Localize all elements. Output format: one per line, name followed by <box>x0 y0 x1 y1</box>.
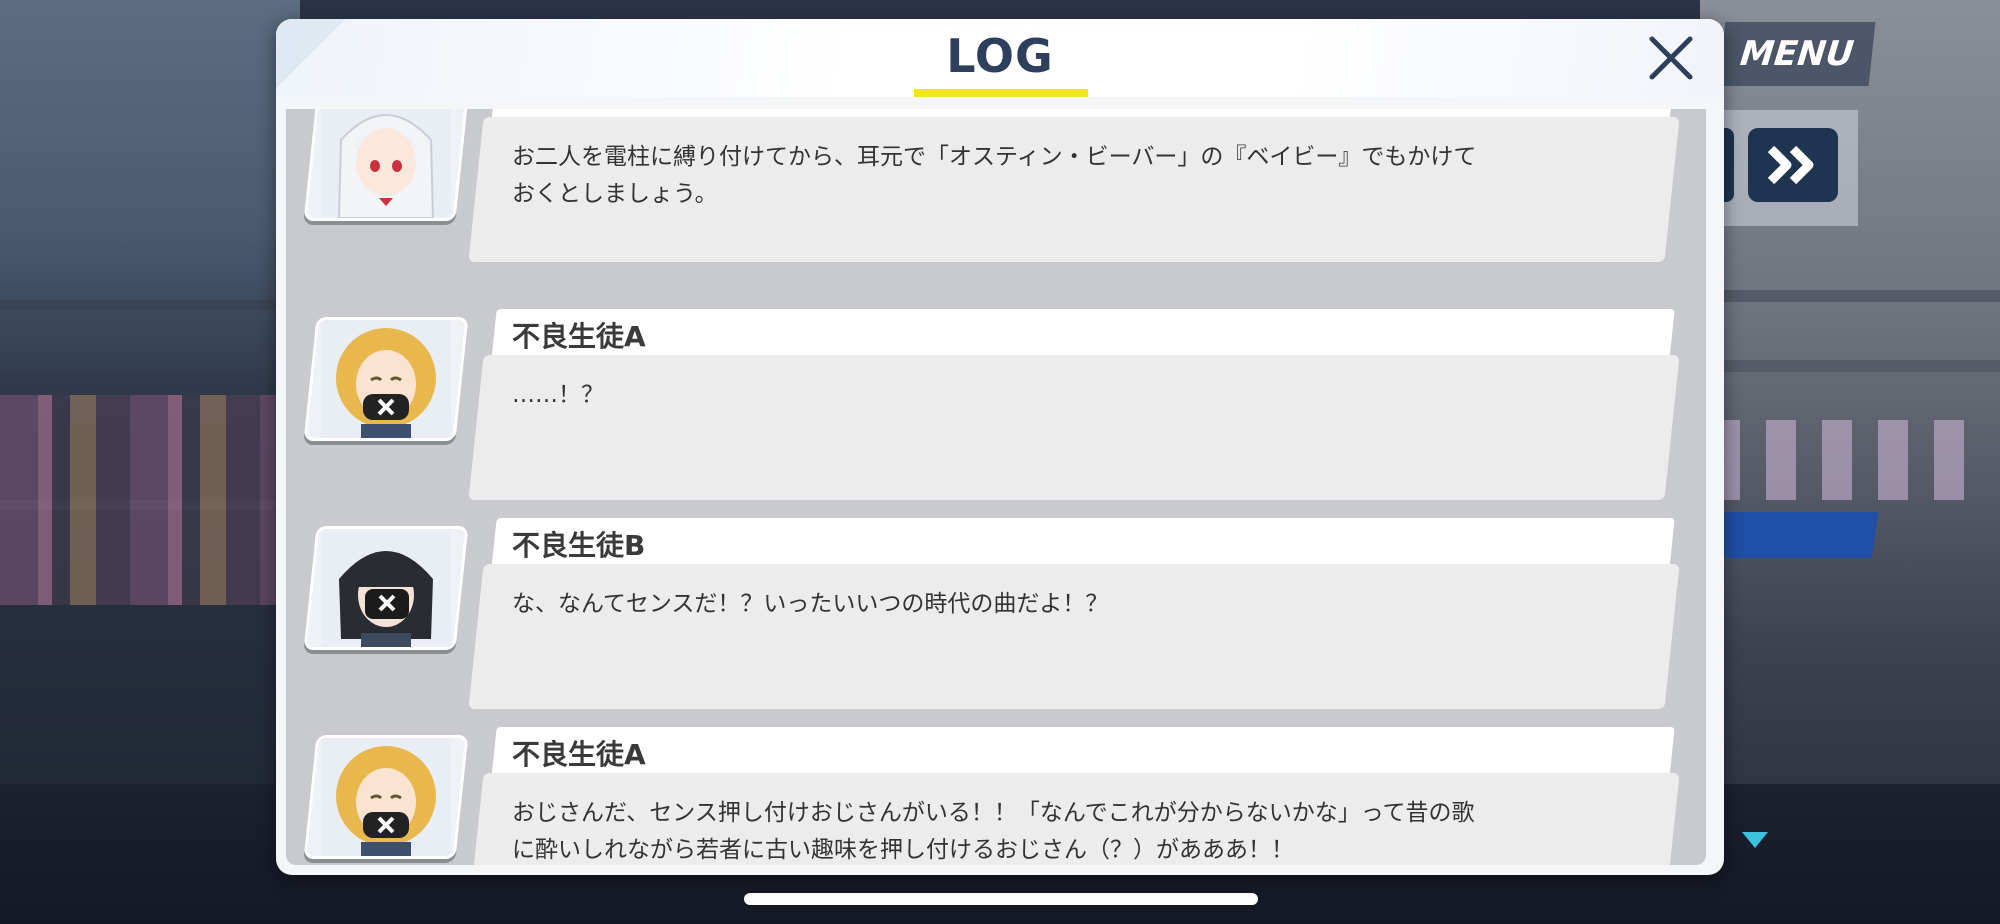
speech-text: な、なんてセンスだ！？いったいいつの時代の曲だよ！？ <box>512 591 1109 617</box>
double-chevron-right-icon <box>1767 145 1814 185</box>
menu-button[interactable]: MENU <box>1718 22 1876 86</box>
speech-text: お二人を電柱に縛り付けてから、耳元で「オスティン・ビーバー」の『ベイビー』でもか… <box>512 144 1477 207</box>
log-title: LOG <box>946 29 1054 83</box>
white-haired-girl-portrait <box>303 109 469 221</box>
shelf <box>0 300 290 310</box>
log-entry: お二人を電柱に縛り付けてから、耳元で「オスティン・ビーバー」の『ベイビー』でもか… <box>286 109 1706 271</box>
close-x-icon <box>1649 36 1693 80</box>
magazine-rack <box>0 395 280 605</box>
black-haired-masked-student-portrait <box>303 526 469 650</box>
log-list[interactable]: お二人を電柱に縛り付けてから、耳元で「オスティン・ビーバー」の『ベイビー』でもか… <box>286 109 1706 865</box>
speaker-name-bar <box>491 727 1675 779</box>
home-indicator[interactable] <box>744 893 1258 905</box>
blonde-masked-student-portrait <box>303 317 469 441</box>
log-dialog: LOG お二人を電柱に縛り付けてから、耳元で「オスティン・ビーバー」の『ベイビー… <box>276 19 1724 875</box>
hanging-rack <box>1700 360 2000 372</box>
fast-forward-button[interactable] <box>1748 128 1838 202</box>
speech-text: おじさんだ、センス押し付けおじさんがいる！！「なんでこれが分からないかな」って昔… <box>512 800 1475 863</box>
close-button[interactable] <box>1644 31 1698 85</box>
blonde-masked-student-portrait <box>303 735 469 859</box>
speaker-name: 不良生徒A <box>512 320 646 353</box>
hanging-rack <box>1700 290 2000 302</box>
log-header: LOG <box>276 19 1724 97</box>
title-underline <box>914 89 1088 97</box>
store-sign <box>1711 512 1879 558</box>
log-entry: 不良生徒A ……！？ <box>286 309 1706 509</box>
speaker-name-bar <box>491 309 1675 361</box>
speech-text: ……！？ <box>512 382 604 408</box>
speaker-name: 不良生徒A <box>512 738 646 771</box>
log-entry: 不良生徒B な、なんてセンスだ！？いったいいつの時代の曲だよ！？ <box>286 518 1706 718</box>
triangle-down-icon <box>1742 832 1768 848</box>
speaker-name-bar <box>491 518 1675 570</box>
speaker-name: 不良生徒B <box>512 529 646 562</box>
bottle-shelf <box>1710 420 1990 500</box>
log-entry: 不良生徒A おじさんだ、センス押し付けおじさんがいる！！「なんでこれが分からない… <box>286 727 1706 865</box>
